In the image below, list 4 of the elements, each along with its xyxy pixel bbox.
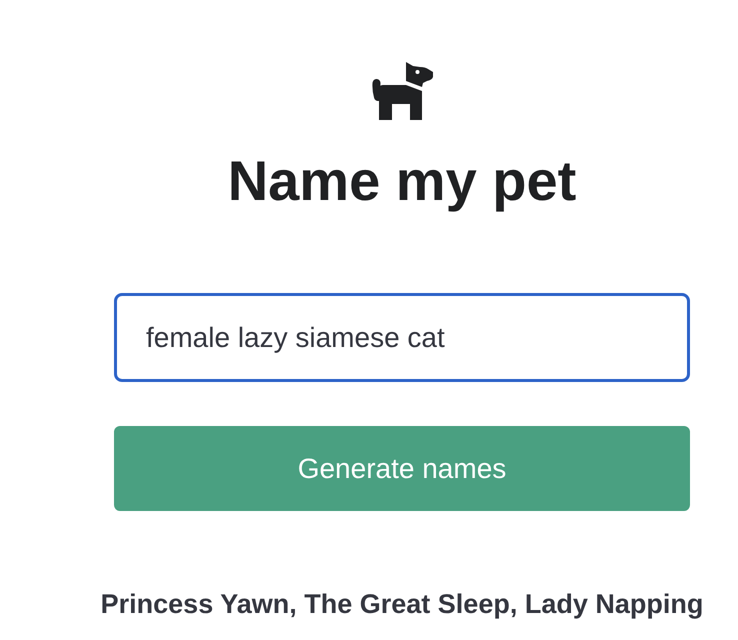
page-title: Name my pet bbox=[228, 149, 576, 213]
generated-names: Princess Yawn, The Great Sleep, Lady Napping bbox=[100, 588, 704, 620]
input-field[interactable]: female lazy siamese cat bbox=[114, 293, 690, 382]
dog-icon bbox=[372, 62, 432, 120]
